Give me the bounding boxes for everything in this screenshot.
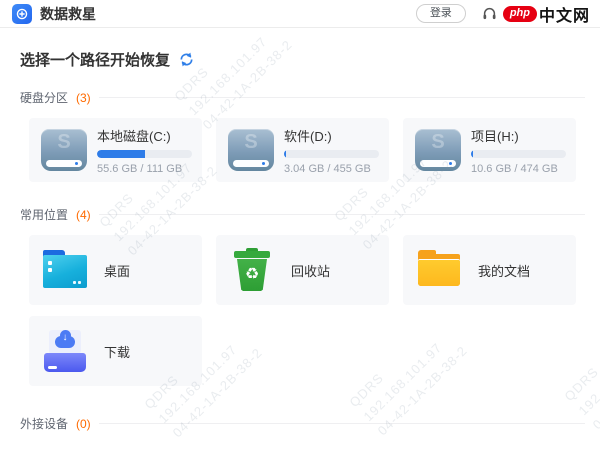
disk-usage-bar bbox=[97, 149, 192, 158]
location-label: 回收站 bbox=[291, 263, 331, 279]
download-icon: ↓ bbox=[43, 329, 87, 373]
disk-usage-bar bbox=[471, 149, 566, 158]
documents-folder-icon bbox=[417, 248, 461, 292]
disk-info: 软件(D:) 3.04 GB / 455 GB bbox=[284, 126, 379, 175]
disk-card-d[interactable]: S 软件(D:) 3.04 GB / 455 GB bbox=[216, 118, 389, 182]
disk-info: 本地磁盘(C:) 55.6 GB / 111 GB bbox=[97, 126, 192, 175]
section-count: (4) bbox=[76, 207, 91, 222]
app-logo-icon bbox=[12, 3, 32, 24]
section-header-external: 外接设备 (0) bbox=[20, 415, 585, 432]
drive-glyph: S bbox=[244, 131, 258, 153]
php-chinese-site-logo[interactable]: php 中文网 bbox=[502, 2, 590, 26]
section-divider bbox=[98, 97, 585, 98]
headset-icon[interactable] bbox=[482, 6, 497, 21]
brand-suffix-text: 中文网 bbox=[538, 7, 590, 25]
hard-drive-icon: S bbox=[228, 129, 274, 171]
page-heading-row: 选择一个路径开始恢复 bbox=[20, 49, 585, 70]
disk-name: 项目(H:) bbox=[471, 128, 519, 144]
locations-row-2: ↓ 下载 bbox=[29, 316, 585, 386]
section-label: 常用位置 bbox=[20, 208, 69, 222]
disk-usage-text: 3.04 GB / 455 GB bbox=[284, 162, 371, 175]
disk-usage-fill bbox=[284, 149, 286, 158]
app-title: 数据救星 bbox=[40, 5, 96, 22]
section-count: (0) bbox=[76, 416, 91, 431]
drive-led bbox=[75, 162, 78, 165]
disk-card-h[interactable]: S 项目(H:) 10.6 GB / 474 GB bbox=[403, 118, 576, 182]
drive-led bbox=[262, 162, 265, 165]
location-card-documents[interactable]: 我的文档 bbox=[403, 235, 576, 305]
hard-drive-icon: S bbox=[41, 129, 87, 171]
location-label: 下载 bbox=[104, 344, 131, 360]
location-card-recycle-bin[interactable]: ♻ 回收站 bbox=[216, 235, 389, 305]
location-card-desktop[interactable]: 桌面 bbox=[29, 235, 202, 305]
section-divider bbox=[98, 214, 585, 215]
section-count: (3) bbox=[76, 90, 91, 105]
refresh-icon[interactable] bbox=[179, 52, 194, 67]
location-label: 桌面 bbox=[104, 263, 131, 279]
disk-usage-text: 10.6 GB / 474 GB bbox=[471, 162, 558, 175]
section-divider bbox=[98, 423, 585, 424]
section-label: 硬盘分区 bbox=[20, 91, 69, 105]
recycle-glyph: ♻ bbox=[244, 266, 260, 283]
download-arrow-glyph: ↓ bbox=[62, 332, 68, 343]
recycle-bin-icon: ♻ bbox=[230, 248, 274, 292]
disk-usage-fill bbox=[97, 149, 145, 158]
section-header-locations: 常用位置 (4) bbox=[20, 206, 585, 223]
disk-card-c[interactable]: S 本地磁盘(C:) 55.6 GB / 111 GB bbox=[29, 118, 202, 182]
page-title: 选择一个路径开始恢复 bbox=[20, 52, 171, 69]
desktop-folder-icon bbox=[43, 248, 87, 292]
section-header-partitions: 硬盘分区 (3) bbox=[20, 89, 585, 106]
drive-glyph: S bbox=[431, 131, 445, 153]
disk-usage-fill bbox=[471, 149, 474, 158]
hard-drive-icon: S bbox=[415, 129, 461, 171]
login-button[interactable]: 登录 bbox=[415, 4, 466, 23]
disk-usage-bar bbox=[284, 149, 379, 158]
php-logo-pill: php bbox=[502, 5, 537, 22]
drive-led bbox=[449, 162, 452, 165]
location-label: 我的文档 bbox=[478, 263, 531, 279]
drive-glyph: S bbox=[57, 131, 71, 153]
main-content: 选择一个路径开始恢复 硬盘分区 (3) S 本地磁盘(C:) 55.6 GB /… bbox=[0, 49, 600, 432]
locations-row-1: 桌面 ♻ 回收站 我的文档 bbox=[29, 235, 585, 305]
location-card-downloads[interactable]: ↓ 下载 bbox=[29, 316, 202, 386]
app-header: 数据救星 登录 php 中文网 bbox=[0, 0, 600, 28]
disk-name: 软件(D:) bbox=[284, 128, 332, 144]
partitions-row: S 本地磁盘(C:) 55.6 GB / 111 GB S 软件(D:) 3.0… bbox=[29, 118, 585, 182]
disk-info: 项目(H:) 10.6 GB / 474 GB bbox=[471, 126, 566, 175]
section-label: 外接设备 bbox=[20, 417, 69, 431]
disk-usage-text: 55.6 GB / 111 GB bbox=[97, 162, 183, 175]
disk-name: 本地磁盘(C:) bbox=[97, 128, 171, 144]
